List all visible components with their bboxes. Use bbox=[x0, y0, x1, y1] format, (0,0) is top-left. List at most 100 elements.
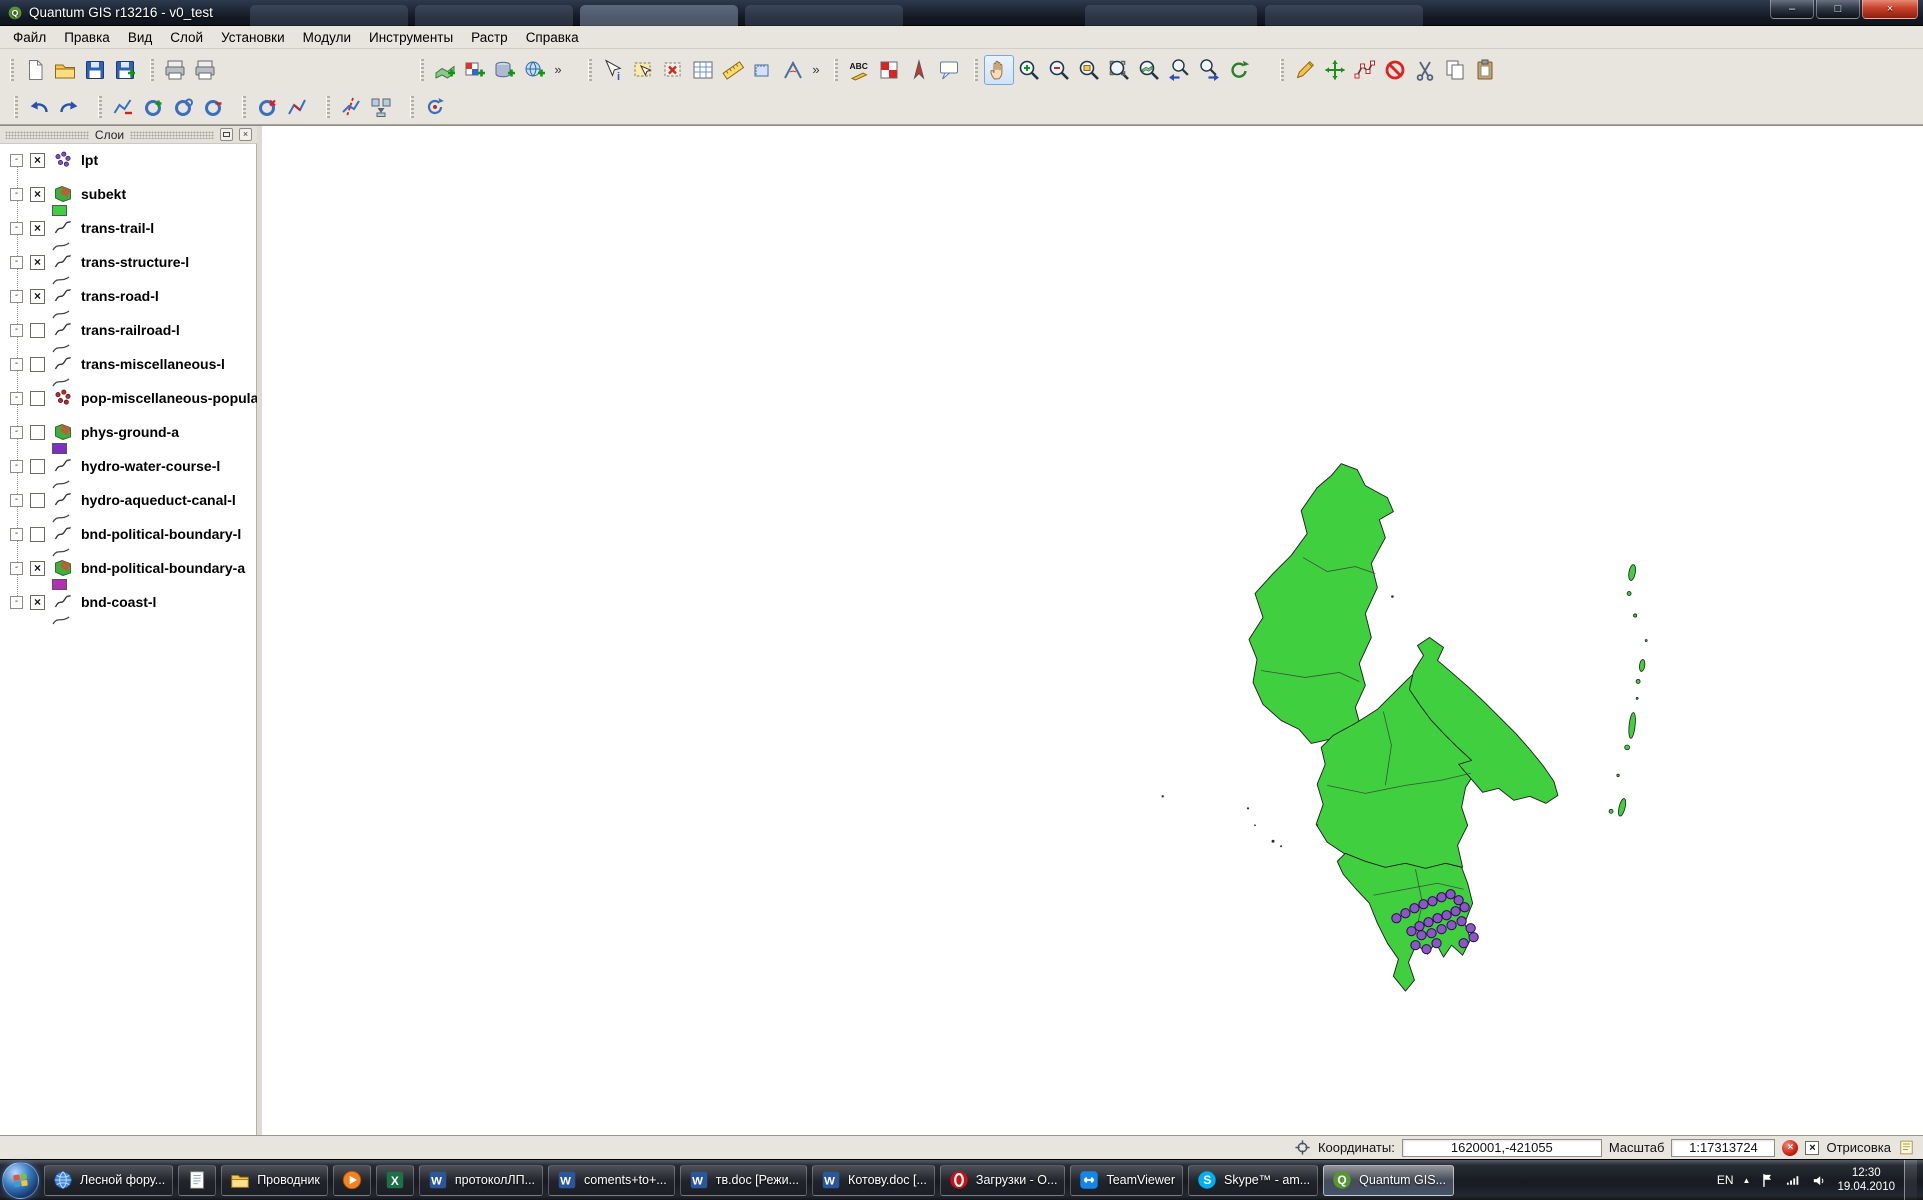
merge-features-button[interactable] bbox=[366, 92, 396, 122]
layer-visibility-checkbox[interactable]: × bbox=[30, 561, 45, 576]
layer-expand-toggle[interactable]: - bbox=[10, 222, 23, 235]
taskbar-notepad-button[interactable] bbox=[178, 1165, 216, 1196]
zoom-next-button[interactable] bbox=[1194, 55, 1224, 85]
labeling-button[interactable] bbox=[844, 55, 874, 85]
layer-expand-toggle[interactable]: - bbox=[10, 154, 23, 167]
layer-visibility-checkbox[interactable]: × bbox=[30, 255, 45, 270]
add-part-button[interactable] bbox=[168, 92, 198, 122]
taskbar-word-doc-3-button[interactable]: тв.doc [Режи... bbox=[680, 1165, 807, 1196]
layer-visibility-checkbox[interactable] bbox=[30, 527, 45, 542]
menu-plugins[interactable]: Модули bbox=[294, 28, 360, 47]
zoom-full-extent-button[interactable] bbox=[1104, 55, 1134, 85]
toolbar-overflow-button[interactable]: » bbox=[550, 56, 566, 84]
reshape-features-button[interactable] bbox=[282, 92, 312, 122]
layer-row-bnd-political-boundary-a[interactable]: -×bnd-political-boundary-a bbox=[0, 558, 257, 592]
split-features-button[interactable] bbox=[336, 92, 366, 122]
log-messages-icon[interactable] bbox=[1898, 1139, 1915, 1156]
start-button[interactable] bbox=[2, 1162, 39, 1199]
cut-features-button[interactable] bbox=[1410, 55, 1440, 85]
taskbar-opera-downloads-button[interactable]: Загрузки - O... bbox=[940, 1165, 1066, 1196]
save-project-button[interactable] bbox=[80, 55, 110, 85]
add-vector-layer-button[interactable] bbox=[430, 55, 460, 85]
layer-row-pop-miscellaneous-popula[interactable]: -pop-miscellaneous-popula... bbox=[0, 388, 257, 422]
save-project-as-button[interactable] bbox=[110, 55, 140, 85]
rotate-point-symbols-button[interactable] bbox=[420, 92, 450, 122]
layer-visibility-checkbox[interactable]: × bbox=[30, 153, 45, 168]
add-raster-layer-button[interactable] bbox=[460, 55, 490, 85]
taskbar-teamviewer-button[interactable]: TeamViewer bbox=[1070, 1165, 1183, 1196]
layer-row-subekt[interactable]: -×subekt bbox=[0, 184, 257, 218]
layer-visibility-checkbox[interactable]: × bbox=[30, 289, 45, 304]
pan-map-button[interactable] bbox=[984, 55, 1014, 85]
taskbar-word-doc-1-button[interactable]: протоколЛП... bbox=[419, 1165, 543, 1196]
network-icon[interactable] bbox=[1785, 1172, 1802, 1189]
identify-features-button[interactable] bbox=[598, 55, 628, 85]
measure-line-button[interactable] bbox=[718, 55, 748, 85]
layer-expand-toggle[interactable]: - bbox=[10, 562, 23, 575]
layer-expand-toggle[interactable]: - bbox=[10, 358, 23, 371]
node-tool-button[interactable] bbox=[1350, 55, 1380, 85]
layer-expand-toggle[interactable]: - bbox=[10, 596, 23, 609]
layer-visibility-checkbox[interactable] bbox=[30, 357, 45, 372]
redo-button[interactable] bbox=[54, 92, 84, 122]
taskbar-browser-forum-button[interactable]: Лесной фору... bbox=[44, 1165, 173, 1196]
delete-selected-button[interactable] bbox=[1380, 55, 1410, 85]
render-checkbox[interactable]: × bbox=[1805, 1141, 1819, 1155]
delete-part-button[interactable] bbox=[252, 92, 282, 122]
paste-features-button[interactable] bbox=[1470, 55, 1500, 85]
action-center-flag-icon[interactable] bbox=[1759, 1172, 1776, 1189]
decoration-grid-button[interactable] bbox=[874, 55, 904, 85]
refresh-map-button[interactable] bbox=[1224, 55, 1254, 85]
layer-row-bnd-coast-l[interactable]: -×bnd-coast-l bbox=[0, 592, 257, 626]
menu-view[interactable]: Вид bbox=[119, 28, 161, 47]
add-postgis-layer-button[interactable] bbox=[490, 55, 520, 85]
panel-undock-button[interactable] bbox=[220, 128, 233, 141]
toolbar-overflow-button[interactable]: » bbox=[808, 56, 824, 84]
stop-rendering-button[interactable]: × bbox=[1782, 1140, 1798, 1156]
undo-button[interactable] bbox=[24, 92, 54, 122]
language-indicator[interactable]: EN bbox=[1717, 1173, 1734, 1187]
volume-icon[interactable] bbox=[1811, 1172, 1828, 1189]
layer-expand-toggle[interactable]: - bbox=[10, 392, 23, 405]
show-desktop-button[interactable] bbox=[1904, 1160, 1917, 1200]
map-canvas[interactable] bbox=[262, 126, 1923, 1135]
layer-expand-toggle[interactable]: - bbox=[10, 188, 23, 201]
layer-visibility-checkbox[interactable]: × bbox=[30, 187, 45, 202]
layer-visibility-checkbox[interactable]: × bbox=[30, 221, 45, 236]
taskbar-explorer-button[interactable]: Проводник bbox=[221, 1165, 328, 1196]
add-ring-button[interactable] bbox=[138, 92, 168, 122]
layer-visibility-checkbox[interactable] bbox=[30, 493, 45, 508]
layer-expand-toggle[interactable]: - bbox=[10, 494, 23, 507]
layer-row-lpt[interactable]: -×lpt bbox=[0, 150, 257, 184]
layer-visibility-checkbox[interactable] bbox=[30, 323, 45, 338]
layer-row-trans-road-l[interactable]: -×trans-road-l bbox=[0, 286, 257, 320]
layer-visibility-checkbox[interactable]: × bbox=[30, 595, 45, 610]
menu-file[interactable]: Файл bbox=[4, 28, 55, 47]
hidden-icons-chevron[interactable]: ▲ bbox=[1743, 1176, 1751, 1185]
minimize-button[interactable]: – bbox=[1770, 0, 1814, 19]
zoom-in-button[interactable] bbox=[1014, 55, 1044, 85]
open-attribute-table-button[interactable] bbox=[688, 55, 718, 85]
delete-ring-button[interactable] bbox=[198, 92, 228, 122]
zoom-out-button[interactable] bbox=[1044, 55, 1074, 85]
taskbar-qgis-button[interactable]: Quantum GIS... bbox=[1323, 1165, 1454, 1196]
taskbar-word-doc-2-button[interactable]: coments+to+... bbox=[548, 1165, 675, 1196]
print-composer-button[interactable] bbox=[160, 55, 190, 85]
menu-tools[interactable]: Инструменты bbox=[360, 28, 462, 47]
layer-row-trans-structure-l[interactable]: -×trans-structure-l bbox=[0, 252, 257, 286]
scale-value-box[interactable]: 1:17313724 bbox=[1671, 1139, 1775, 1157]
menu-edit[interactable]: Правка bbox=[55, 28, 119, 47]
layer-expand-toggle[interactable]: - bbox=[10, 426, 23, 439]
new-project-button[interactable] bbox=[20, 55, 50, 85]
copy-features-button[interactable] bbox=[1440, 55, 1470, 85]
zoom-to-layer-button[interactable] bbox=[1134, 55, 1164, 85]
taskbar-skype-button[interactable]: Skype™ - am... bbox=[1188, 1165, 1318, 1196]
layer-visibility-checkbox[interactable] bbox=[30, 459, 45, 474]
layer-row-phys-ground-a[interactable]: -phys-ground-a bbox=[0, 422, 257, 456]
annotation-button[interactable] bbox=[934, 55, 964, 85]
measure-area-button[interactable] bbox=[748, 55, 778, 85]
deselect-features-button[interactable] bbox=[658, 55, 688, 85]
layer-visibility-checkbox[interactable] bbox=[30, 391, 45, 406]
layer-row-trans-railroad-l[interactable]: -trans-railroad-l bbox=[0, 320, 257, 354]
layer-expand-toggle[interactable]: - bbox=[10, 256, 23, 269]
